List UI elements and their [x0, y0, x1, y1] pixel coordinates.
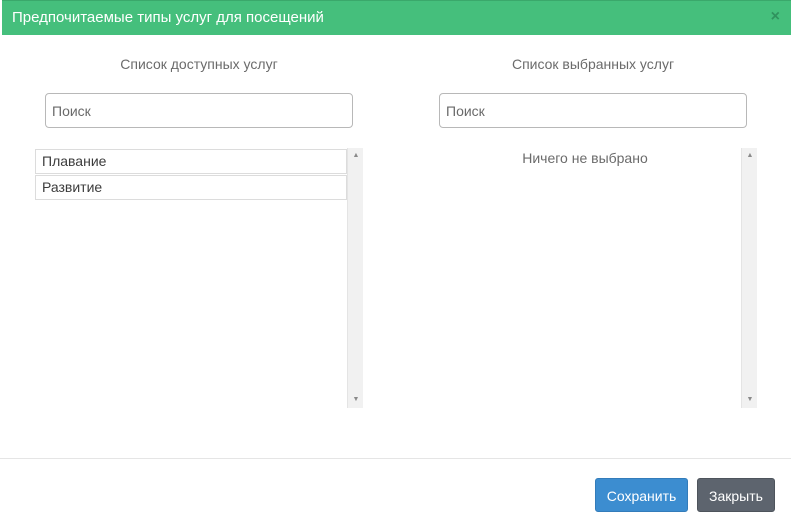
selected-scrollbar[interactable]: ▲ ▼ [741, 148, 757, 408]
selected-list-title: Список выбранных услуг [511, 56, 675, 72]
selected-list [429, 148, 741, 408]
list-item[interactable]: Плавание [35, 149, 347, 174]
available-listbox[interactable]: Плавание Развитие ▲ ▼ [35, 148, 363, 408]
list-item[interactable]: Развитие [35, 175, 347, 200]
footer-divider [0, 458, 791, 459]
modal-dialog: Предпочитаемые типы услуг для посещений … [0, 0, 791, 530]
selected-listbox[interactable]: ▲ ▼ [429, 148, 757, 408]
modal-title: Предпочитаемые типы услуг для посещений [12, 9, 324, 26]
scroll-up-icon[interactable]: ▲ [348, 148, 364, 164]
close-icon[interactable]: × [771, 7, 780, 27]
modal-header: Предпочитаемые типы услуг для посещений … [2, 0, 791, 35]
available-search-input[interactable] [45, 93, 353, 128]
scroll-down-icon[interactable]: ▼ [742, 392, 758, 408]
save-button[interactable]: Сохранить [595, 478, 688, 512]
available-scrollbar[interactable]: ▲ ▼ [347, 148, 363, 408]
close-button[interactable]: Закрыть [697, 478, 775, 512]
scroll-down-icon[interactable]: ▼ [348, 392, 364, 408]
empty-selection-message: Ничего не выбрано [522, 150, 648, 166]
scroll-up-icon[interactable]: ▲ [742, 148, 758, 164]
selected-search-input[interactable] [439, 93, 747, 128]
available-list-title: Список доступных услуг [120, 56, 278, 72]
available-list: Плавание Развитие [35, 148, 347, 408]
